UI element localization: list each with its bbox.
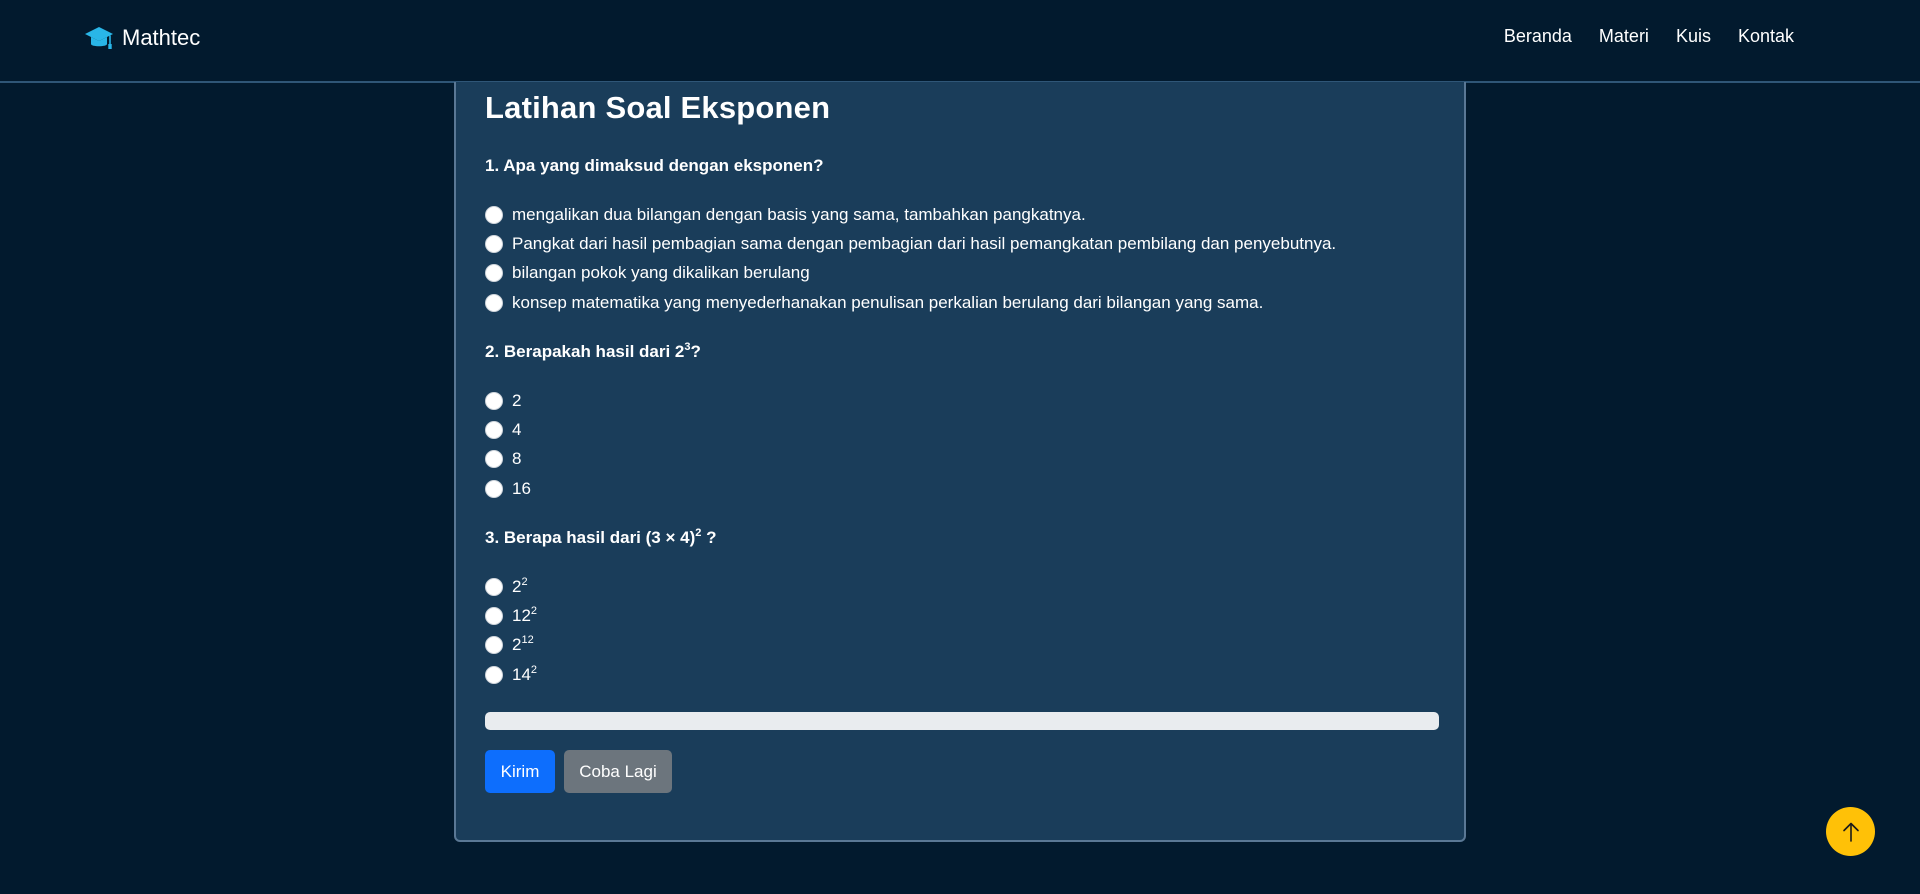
answer-option[interactable]: 22 (485, 572, 537, 601)
answer-option-label: 212 (512, 635, 534, 655)
answer-option-label: 4 (512, 419, 522, 439)
option-exponent: 2 (530, 604, 538, 617)
nav-link-materi[interactable]: Materi (1599, 26, 1649, 47)
question-3-suffix: ? (701, 528, 717, 547)
radio-button[interactable] (485, 420, 503, 439)
answer-option[interactable]: 8 (485, 445, 531, 474)
graduation-cap-icon (85, 27, 113, 49)
navbar: Mathtec Beranda Materi Kuis Kontak (0, 0, 1920, 83)
question-3: 3. Berapa hasil dari (3 × 4)2 ? (485, 528, 716, 548)
radio-button[interactable] (485, 293, 503, 312)
answer-option-label: mengalikan dua bilangan dengan basis yan… (512, 204, 1086, 224)
retry-button[interactable]: Coba Lagi (564, 750, 672, 793)
question-1: 1. Apa yang dimaksud dengan eksponen? (485, 156, 824, 175)
radio-button[interactable] (485, 391, 503, 410)
question-2-text: 2. Berapakah hasil dari 2 (485, 342, 685, 361)
submit-button[interactable]: Kirim (485, 750, 555, 793)
answer-option[interactable]: 4 (485, 415, 531, 444)
question-2-options: 2 4 8 16 (485, 386, 531, 503)
nav-link-beranda[interactable]: Beranda (1504, 26, 1572, 47)
answer-option[interactable]: Pangkat dari hasil pembagian sama dengan… (485, 229, 1336, 258)
option-exponent: 2 (530, 663, 538, 676)
option-exponent: 2 (521, 575, 528, 588)
progress-bar (485, 712, 1439, 730)
brand-name: Mathtec (122, 25, 201, 50)
answer-option-label: 122 (512, 604, 538, 626)
quiz-title: Latihan Soal Eksponen (485, 90, 831, 125)
answer-option[interactable]: 212 (485, 631, 537, 660)
question-3-text: 3. Berapa hasil dari (3 × 4) (485, 528, 696, 547)
option-base: 12 (512, 605, 531, 625)
answer-option-label: 22 (512, 575, 528, 597)
answer-option[interactable]: mengalikan dua bilangan dengan basis yan… (485, 200, 1336, 229)
radio-button[interactable] (485, 205, 503, 224)
radio-button[interactable] (485, 234, 503, 253)
radio-button[interactable] (485, 450, 503, 469)
radio-button[interactable] (485, 264, 503, 283)
answer-option[interactable]: 16 (485, 474, 531, 503)
arrow-up-icon (1842, 822, 1859, 842)
answer-option-label: bilangan pokok yang dikalikan berulang (512, 263, 810, 283)
nav-link-kuis[interactable]: Kuis (1676, 26, 1711, 47)
nav-link-kontak[interactable]: Kontak (1738, 26, 1794, 47)
back-to-top-button[interactable] (1826, 807, 1875, 856)
answer-option-label: 16 (512, 478, 531, 498)
radio-button[interactable] (485, 479, 503, 498)
answer-option[interactable]: 122 (485, 601, 537, 630)
answer-option-label: 2 (512, 390, 522, 410)
brand-link[interactable]: Mathtec (84, 24, 200, 52)
radio-button[interactable] (485, 577, 503, 596)
radio-button[interactable] (485, 606, 503, 625)
question-3-options: 22 122 212 142 (485, 572, 537, 689)
radio-button[interactable] (485, 665, 503, 684)
question-1-options: mengalikan dua bilangan dengan basis yan… (485, 200, 1336, 317)
option-exponent: 12 (521, 634, 534, 647)
radio-button[interactable] (485, 636, 503, 655)
answer-option-label: Pangkat dari hasil pembagian sama dengan… (512, 233, 1337, 253)
answer-option-label: konsep matematika yang menyederhanakan p… (512, 292, 1264, 312)
answer-option[interactable]: 142 (485, 660, 537, 689)
option-base: 14 (512, 664, 531, 684)
nav-links: Beranda Materi Kuis Kontak (1504, 26, 1794, 47)
answer-option[interactable]: 2 (485, 386, 531, 415)
question-2: 2. Berapakah hasil dari 23? (485, 342, 701, 362)
answer-option-label: 8 (512, 449, 522, 469)
answer-option[interactable]: konsep matematika yang menyederhanakan p… (485, 288, 1336, 317)
quiz-card: Latihan Soal Eksponen 1. Apa yang dimaks… (454, 82, 1466, 842)
question-2-suffix: ? (690, 342, 701, 361)
answer-option-label: 142 (512, 663, 538, 685)
answer-option[interactable]: bilangan pokok yang dikalikan berulang (485, 259, 1336, 288)
